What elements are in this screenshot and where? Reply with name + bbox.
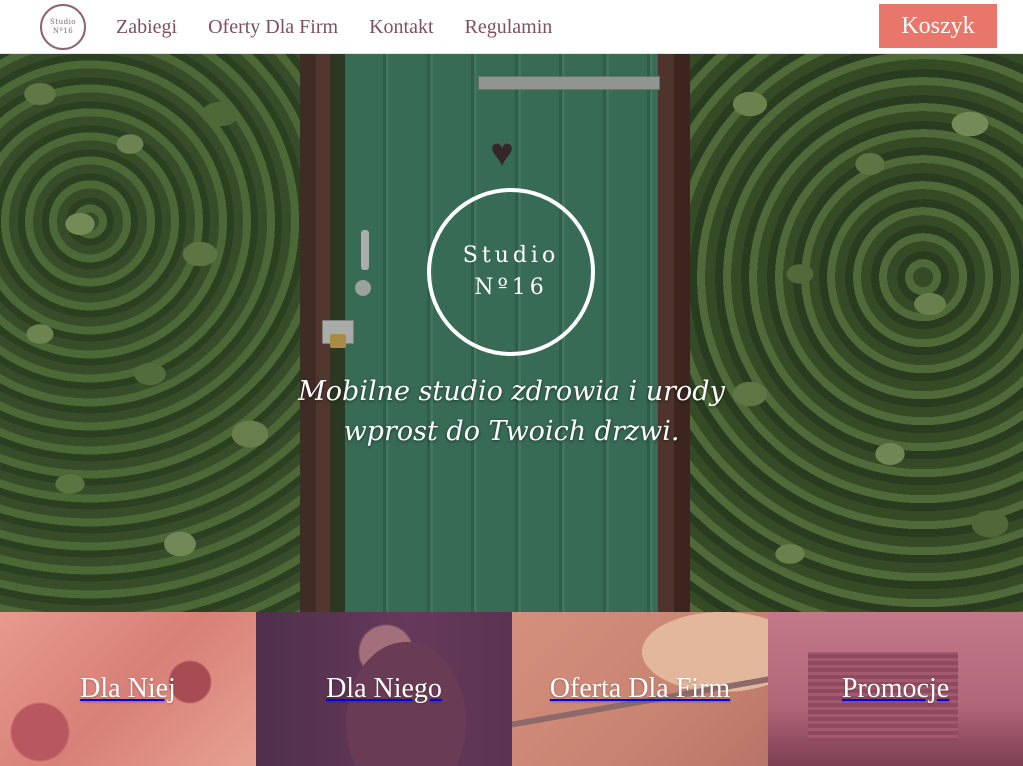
hero-tagline-line-2: wprost do Twoich drzwi. xyxy=(343,416,680,447)
tile-dla-niej-label: Dla Niej xyxy=(80,673,176,704)
studio-logo[interactable]: Studio Nº16 xyxy=(40,4,86,50)
main-nav: Zabiegi Oferty Dla Firm Kontakt Regulami… xyxy=(116,0,583,54)
nav-regulamin[interactable]: Regulamin xyxy=(465,16,553,39)
tile-dla-niego-label: Dla Niego xyxy=(326,673,442,704)
tile-oferta-dla-firm-label: Oferta Dla Firm xyxy=(549,673,731,704)
logo-line-2: Nº16 xyxy=(52,27,74,35)
tile-oferta-dla-firm[interactable]: Oferta Dla Firm xyxy=(512,612,768,766)
tile-promocje-label: Promocje xyxy=(841,673,950,704)
tile-dla-niej[interactable]: Dla Niej xyxy=(0,612,256,766)
tile-dla-niego[interactable]: Dla Niego xyxy=(256,612,512,766)
hero-tagline: Mobilne studio zdrowia i urody wprost do… xyxy=(0,372,1023,452)
hero-brand-line-2: Nº16 xyxy=(474,275,548,300)
hero-brand-circle: Studio Nº16 xyxy=(427,188,595,356)
hero-brand-line-1: Studio xyxy=(462,243,560,268)
nav-kontakt[interactable]: Kontakt xyxy=(369,16,433,39)
category-tiles: Dla Niej Dla Niego Oferta Dla Firm Promo… xyxy=(0,612,1023,766)
nav-zabiegi[interactable]: Zabiegi xyxy=(116,16,177,39)
cart-button[interactable]: Koszyk xyxy=(879,4,997,48)
hero-banner: ♥ Studio Nº16 Mobilne studio zdrowia i u… xyxy=(0,54,1023,612)
site-header: Studio Nº16 Zabiegi Oferty Dla Firm Kont… xyxy=(0,0,1023,54)
hero-tagline-line-1: Mobilne studio zdrowia i urody xyxy=(298,376,725,407)
tile-promocje[interactable]: Promocje xyxy=(768,612,1023,766)
nav-oferty-dla-firm[interactable]: Oferty Dla Firm xyxy=(208,16,338,39)
logo-line-1: Studio xyxy=(49,18,77,26)
